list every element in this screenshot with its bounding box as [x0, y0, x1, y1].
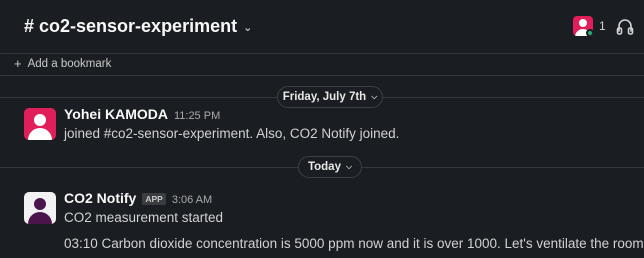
channel-name: # co2-sensor-experiment	[24, 16, 238, 36]
date-divider-label: Friday, July 7th	[282, 91, 367, 103]
message-text: 03:10 Carbon dioxide concentration is 50…	[64, 236, 644, 251]
chevron-down-icon: ⌵	[345, 162, 353, 171]
date-divider-button[interactable]: Today ⌵	[298, 156, 362, 178]
message-text: CO2 measurement started	[64, 210, 224, 225]
author-name[interactable]: Yohei KAMODA	[64, 106, 168, 122]
channel-header: # co2-sensor-experiment ⌄ 1	[0, 0, 644, 54]
author-name[interactable]: CO2 Notify	[64, 190, 136, 206]
message-header: CO2 Notify APP 3:06 AM	[64, 190, 212, 206]
chevron-down-icon: ⌵	[371, 92, 378, 101]
member-count: 1	[599, 19, 606, 33]
date-divider-label: Today	[307, 161, 341, 173]
message-header: Yohei KAMODA 11:25 PM	[64, 106, 220, 122]
channel-view: # co2-sensor-experiment ⌄ 1 + Add a book…	[0, 0, 644, 258]
chevron-down-icon: ⌄	[243, 22, 253, 34]
add-bookmark-button[interactable]: + Add a bookmark	[14, 56, 111, 71]
presence-icon	[586, 29, 593, 36]
huddle-headphones-icon[interactable]	[614, 16, 636, 38]
add-bookmark-label: Add a bookmark	[27, 57, 112, 70]
bookmarks-bar: + Add a bookmark	[0, 54, 644, 76]
app-badge: APP	[142, 193, 166, 205]
message-text: joined #co2-sensor-experiment. Also, CO2…	[64, 126, 400, 141]
date-divider-button[interactable]: Friday, July 7th ⌵	[277, 86, 383, 108]
plus-icon: +	[14, 56, 22, 71]
members-button[interactable]: 1	[573, 16, 606, 36]
timestamp[interactable]: 3:06 AM	[172, 194, 212, 206]
channel-name-button[interactable]: # co2-sensor-experiment ⌄	[24, 16, 252, 37]
timestamp[interactable]: 11:25 PM	[174, 110, 220, 122]
app-avatar[interactable]	[24, 192, 56, 224]
member-avatar	[573, 16, 593, 36]
user-avatar[interactable]	[24, 108, 56, 140]
